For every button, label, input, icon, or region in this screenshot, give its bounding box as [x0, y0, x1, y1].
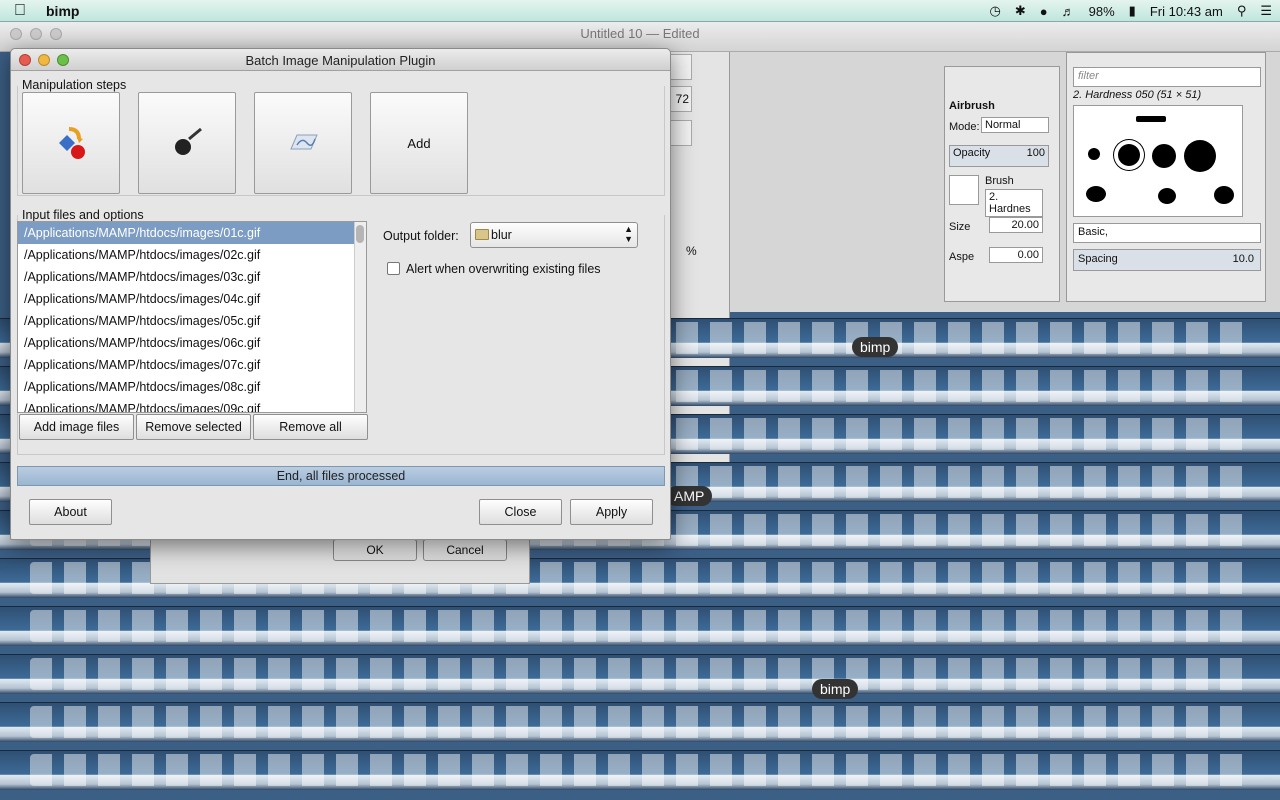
menu-extras: ◷ ✱ ● ♬ 98% ▮ Fri 10:43 am ⚲ ☰ [990, 0, 1272, 22]
file-row[interactable]: /Applications/MAMP/htdocs/images/07c.gif [18, 354, 366, 376]
dock [0, 702, 1280, 742]
remove-selected-button[interactable]: Remove selected [136, 414, 251, 440]
bimp-titlebar[interactable]: Batch Image Manipulation Plugin [11, 49, 670, 71]
apply-button[interactable]: Apply [570, 499, 653, 525]
menu-bar:  bimp ◷ ✱ ● ♬ 98% ▮ Fri 10:43 am ⚲ ☰ [0, 0, 1280, 22]
bimp-dialog: Batch Image Manipulation Plugin Manipula… [10, 48, 671, 540]
notification-center-icon[interactable]: ☰ [1260, 3, 1272, 19]
opacity-slider[interactable]: Opacity 100 [949, 145, 1049, 167]
alert-overwrite-label[interactable]: Alert when overwriting existing files [406, 262, 601, 276]
step-button-format[interactable] [22, 92, 120, 194]
tool-title: Airbrush [949, 100, 995, 112]
spotlight-search-icon[interactable]: ⚲ [1237, 3, 1247, 19]
step-button-blur[interactable] [138, 92, 236, 194]
mode-label: Mode: [949, 121, 980, 133]
brush-preview[interactable] [949, 175, 979, 205]
file-row[interactable]: /Applications/MAMP/htdocs/images/09c.gif [18, 398, 366, 412]
brush-item[interactable] [1088, 148, 1100, 160]
output-folder-value: blur [491, 228, 512, 242]
alert-overwrite-checkbox[interactable] [387, 262, 400, 275]
aspect-field[interactable]: 0.00 [989, 247, 1043, 263]
file-list-scrollbar[interactable] [354, 222, 366, 412]
time-machine-icon[interactable]: ◷ [990, 3, 1001, 19]
opacity-label: Opacity [953, 147, 991, 159]
input-file-list[interactable]: /Applications/MAMP/htdocs/images/01c.gif… [17, 221, 367, 413]
folder-icon [475, 229, 489, 240]
dock-tooltip: bimp [852, 337, 899, 357]
bg-percent-label: % [686, 244, 697, 258]
dock [0, 606, 1280, 646]
brush-name-field[interactable]: 2. Hardnes [985, 189, 1043, 217]
file-row[interactable]: /Applications/MAMP/htdocs/images/04c.gif [18, 288, 366, 310]
dock [0, 750, 1280, 790]
brush-item[interactable] [1152, 144, 1176, 168]
apple-menu-icon[interactable]:  [0, 2, 40, 20]
size-label: Size [949, 221, 971, 233]
dock-tooltip-partial: AMP [666, 486, 713, 506]
brush-grid[interactable] [1073, 105, 1243, 217]
bg-cancel-button[interactable]: Cancel [423, 539, 507, 561]
file-row[interactable]: /Applications/MAMP/htdocs/images/02c.gif [18, 244, 366, 266]
step-button-curves[interactable] [254, 92, 352, 194]
clock[interactable]: Fri 10:43 am [1150, 4, 1223, 19]
format-change-icon [59, 127, 85, 159]
brush-preset-select[interactable]: Basic, [1073, 223, 1261, 243]
add-step-button[interactable]: Add [370, 92, 468, 194]
add-image-files-button[interactable]: Add image files [19, 414, 134, 440]
file-row-selected[interactable]: /Applications/MAMP/htdocs/images/01c.gif [18, 222, 366, 244]
output-folder-select[interactable]: blur ▲ ▼ [470, 222, 638, 248]
app-menu-name[interactable]: bimp [46, 3, 79, 19]
wifi-icon[interactable]: ● [1040, 4, 1048, 19]
brush-name: 2. Hardness 050 (51 × 51) [1073, 89, 1202, 101]
file-row[interactable]: /Applications/MAMP/htdocs/images/06c.gif [18, 332, 366, 354]
volume-icon[interactable]: ♬ [1062, 4, 1075, 19]
file-row[interactable]: /Applications/MAMP/htdocs/images/08c.gif [18, 376, 366, 398]
opacity-value: 100 [1026, 147, 1045, 159]
chevron-updown-icon: ▲ ▼ [624, 224, 633, 244]
battery-icon[interactable]: ▮ [1129, 3, 1136, 19]
status-progress-bar: End, all files processed [17, 466, 665, 486]
bimp-title: Batch Image Manipulation Plugin [245, 53, 436, 68]
curves-icon [290, 134, 318, 150]
dock [0, 654, 1280, 694]
brush-label: Brush [985, 175, 1014, 187]
background-window-title: Untitled 10 — Edited [580, 26, 700, 41]
dock-tooltip: bimp [812, 679, 859, 699]
brush-filter-input[interactable]: filter [1073, 67, 1261, 87]
dock-icons[interactable] [30, 706, 1250, 738]
spacing-value: 10.0 [1232, 253, 1254, 265]
spacing-slider[interactable]: Spacing 10.0 [1073, 249, 1261, 271]
brush-item-selected[interactable] [1118, 144, 1140, 166]
dock-icons[interactable] [30, 754, 1250, 786]
brush-item[interactable] [1214, 186, 1234, 204]
size-field[interactable]: 20.00 [989, 217, 1043, 233]
blur-tool-icon [175, 127, 202, 155]
output-folder-label: Output folder: [383, 229, 459, 243]
scrollbar-thumb[interactable] [356, 225, 364, 243]
tool-options-panel: Airbrush Mode: Normal Opacity 100 Brush … [944, 66, 1060, 302]
spacing-label: Spacing [1078, 253, 1118, 265]
remove-all-button[interactable]: Remove all [253, 414, 368, 440]
file-row[interactable]: /Applications/MAMP/htdocs/images/05c.gif [18, 310, 366, 332]
dock-icons[interactable] [30, 658, 1250, 690]
file-row[interactable]: /Applications/MAMP/htdocs/images/03c.gif [18, 266, 366, 288]
brush-item[interactable] [1136, 116, 1166, 122]
battery-percent[interactable]: 98% [1089, 4, 1115, 19]
brush-item[interactable] [1086, 186, 1106, 202]
bg-ok-button[interactable]: OK [333, 539, 417, 561]
close-button[interactable]: Close [479, 499, 562, 525]
bluetooth-icon[interactable]: ✱ [1015, 3, 1026, 19]
brushes-panel: filter 2. Hardness 050 (51 × 51) Basic, … [1066, 52, 1266, 302]
aspect-label: Aspe [949, 251, 975, 263]
mode-select[interactable]: Normal [981, 117, 1049, 133]
brush-item[interactable] [1184, 140, 1216, 172]
about-button[interactable]: About [29, 499, 112, 525]
dock-icons[interactable] [30, 610, 1250, 642]
brush-item[interactable] [1158, 188, 1176, 204]
